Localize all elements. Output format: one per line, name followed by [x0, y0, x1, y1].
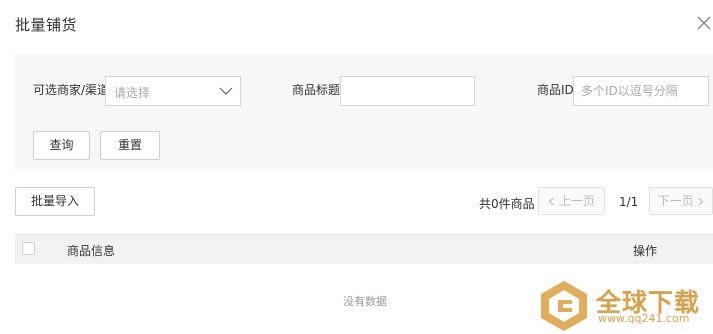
page-indicator: 1/1 — [619, 195, 639, 209]
chevron-right-icon — [698, 197, 704, 206]
reset-button[interactable]: 重置 — [100, 131, 160, 160]
table-header: 商品信息 操作 — [15, 234, 713, 264]
chevron-down-icon — [219, 87, 233, 95]
select-all-checkbox[interactable] — [22, 242, 35, 255]
filter-panel: 可选商家/渠道 请选择 商品标题 商品ID 查询 重置 — [15, 54, 713, 171]
product-title-field[interactable] — [340, 76, 475, 106]
product-id-input[interactable] — [574, 77, 708, 105]
merchant-select-placeholder: 请选择 — [114, 86, 151, 100]
watermark-logo-icon — [541, 281, 587, 331]
product-title-input[interactable] — [341, 77, 474, 105]
merchant-label: 可选商家/渠道 — [33, 83, 110, 97]
batch-listing-dialog: 批量铺货 可选商家/渠道 请选择 商品标题 商品ID 查询 重置 批量导入 共0… — [0, 0, 713, 334]
prev-page-button[interactable]: 上一页 — [538, 187, 605, 215]
dialog-title: 批量铺货 — [15, 16, 78, 34]
close-icon[interactable] — [695, 14, 713, 32]
watermark: 全球下载 www.qq241.com — [536, 278, 713, 334]
query-button[interactable]: 查询 — [33, 131, 90, 160]
merchant-select[interactable]: 请选择 — [105, 76, 241, 106]
prev-page-label: 上一页 — [558, 194, 595, 208]
next-page-label: 下一页 — [657, 194, 694, 208]
product-id-field[interactable] — [573, 76, 709, 106]
column-actions: 操作 — [633, 244, 658, 258]
chevron-left-icon — [548, 197, 554, 206]
column-product-info: 商品信息 — [67, 244, 116, 258]
product-id-label: 商品ID — [537, 83, 574, 97]
watermark-url: www.qq241.com — [598, 312, 690, 325]
batch-import-button[interactable]: 批量导入 — [15, 187, 95, 216]
product-title-label: 商品标题 — [292, 83, 341, 97]
total-count: 共0件商品 — [479, 197, 535, 211]
empty-state-text: 没有数据 — [343, 295, 387, 308]
next-page-button[interactable]: 下一页 — [649, 187, 713, 215]
